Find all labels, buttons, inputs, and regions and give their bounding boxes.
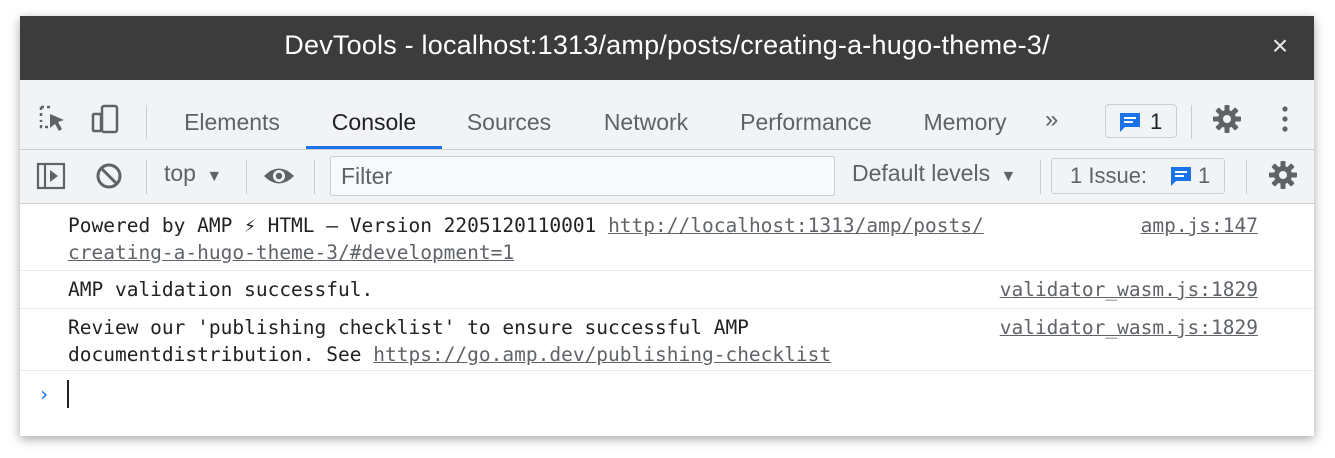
message-body: Review our 'publishing checklist' to ens… <box>68 316 749 339</box>
gear-icon[interactable] <box>1268 160 1298 190</box>
source-link[interactable]: validator_wasm.js:1829 <box>1000 314 1258 341</box>
clear-console-icon[interactable] <box>95 162 123 190</box>
tab-elements[interactable]: Elements <box>162 80 302 149</box>
panel-tab-bar: Elements Console Sources Network Perform… <box>20 80 1314 150</box>
console-toolbar: top ▼ Default levels ▼ 1 Issue: 1 <box>20 150 1314 204</box>
tab-console[interactable]: Console <box>306 80 442 149</box>
prompt-chevron-icon: › <box>38 382 51 406</box>
devtools-window: DevTools - localhost:1313/amp/posts/crea… <box>20 16 1314 436</box>
chevron-down-icon: ▼ <box>206 168 223 185</box>
divider <box>146 160 147 194</box>
divider <box>146 105 147 139</box>
source-link[interactable]: amp.js:147 <box>1141 212 1258 239</box>
source-link[interactable]: validator_wasm.js:1829 <box>1000 276 1258 303</box>
console-output[interactable]: Powered by AMP ⚡ HTML – Version 22051201… <box>20 204 1314 436</box>
message-body-continued: documentdistribution. See <box>68 343 362 366</box>
close-icon[interactable]: × <box>1266 32 1294 60</box>
sidebar-toggle-icon[interactable] <box>36 162 66 190</box>
filter-input[interactable] <box>330 156 835 196</box>
issues-label: 1 Issue: <box>1070 163 1148 188</box>
message-link[interactable]: https://go.amp.dev/publishing-checklist <box>373 343 831 366</box>
divider <box>1191 105 1192 139</box>
log-levels-label: Default levels <box>852 160 991 186</box>
message-text: Review our 'publishing checklist' to ens… <box>68 314 831 368</box>
eye-icon[interactable] <box>262 163 296 189</box>
message-count: 1 <box>1150 109 1163 134</box>
context-selector[interactable]: top ▼ <box>164 160 222 187</box>
message-body: Powered by AMP ⚡ HTML – Version 22051201… <box>68 214 597 237</box>
message-text: AMP validation successful. <box>68 278 374 301</box>
divider <box>246 160 247 194</box>
tab-sources[interactable]: Sources <box>446 80 572 149</box>
message-link[interactable]: http://localhost:1313/amp/posts/ <box>608 214 984 237</box>
divider <box>1040 160 1041 194</box>
text-caret[interactable] <box>67 380 69 408</box>
chevron-down-icon: ▼ <box>1000 168 1017 185</box>
chat-icon <box>1120 113 1140 132</box>
tab-network[interactable]: Network <box>586 80 706 149</box>
tab-memory[interactable]: Memory <box>906 80 1024 149</box>
gear-icon[interactable] <box>1212 104 1242 134</box>
device-toolbar-icon[interactable] <box>90 104 120 134</box>
tab-performance[interactable]: Performance <box>720 80 892 149</box>
chat-icon <box>1171 167 1191 186</box>
console-message: Powered by AMP ⚡ HTML – Version 22051201… <box>20 204 1314 271</box>
context-label: top <box>164 160 196 186</box>
more-vert-icon[interactable] <box>1270 104 1300 134</box>
messages-badge-button[interactable]: 1 <box>1105 104 1177 138</box>
message-link-continued[interactable]: creating-a-hugo-theme-3/#development=1 <box>68 241 514 264</box>
message-text: Powered by AMP ⚡ HTML – Version 22051201… <box>68 212 984 266</box>
window-title: DevTools - localhost:1313/amp/posts/crea… <box>284 30 1050 60</box>
issues-button[interactable]: 1 Issue: 1 <box>1051 158 1225 194</box>
divider <box>1246 160 1247 194</box>
title-bar[interactable]: DevTools - localhost:1313/amp/posts/crea… <box>20 16 1314 80</box>
inspect-element-icon[interactable] <box>38 104 68 134</box>
console-message: AMP validation successful. validator_was… <box>20 271 1314 309</box>
divider <box>314 160 315 194</box>
more-tabs-icon[interactable]: » <box>1045 106 1058 134</box>
console-message: Review our 'publishing checklist' to ens… <box>20 309 1314 371</box>
issues-count: 1 <box>1198 163 1211 188</box>
log-levels-dropdown[interactable]: Default levels ▼ <box>852 160 1016 187</box>
